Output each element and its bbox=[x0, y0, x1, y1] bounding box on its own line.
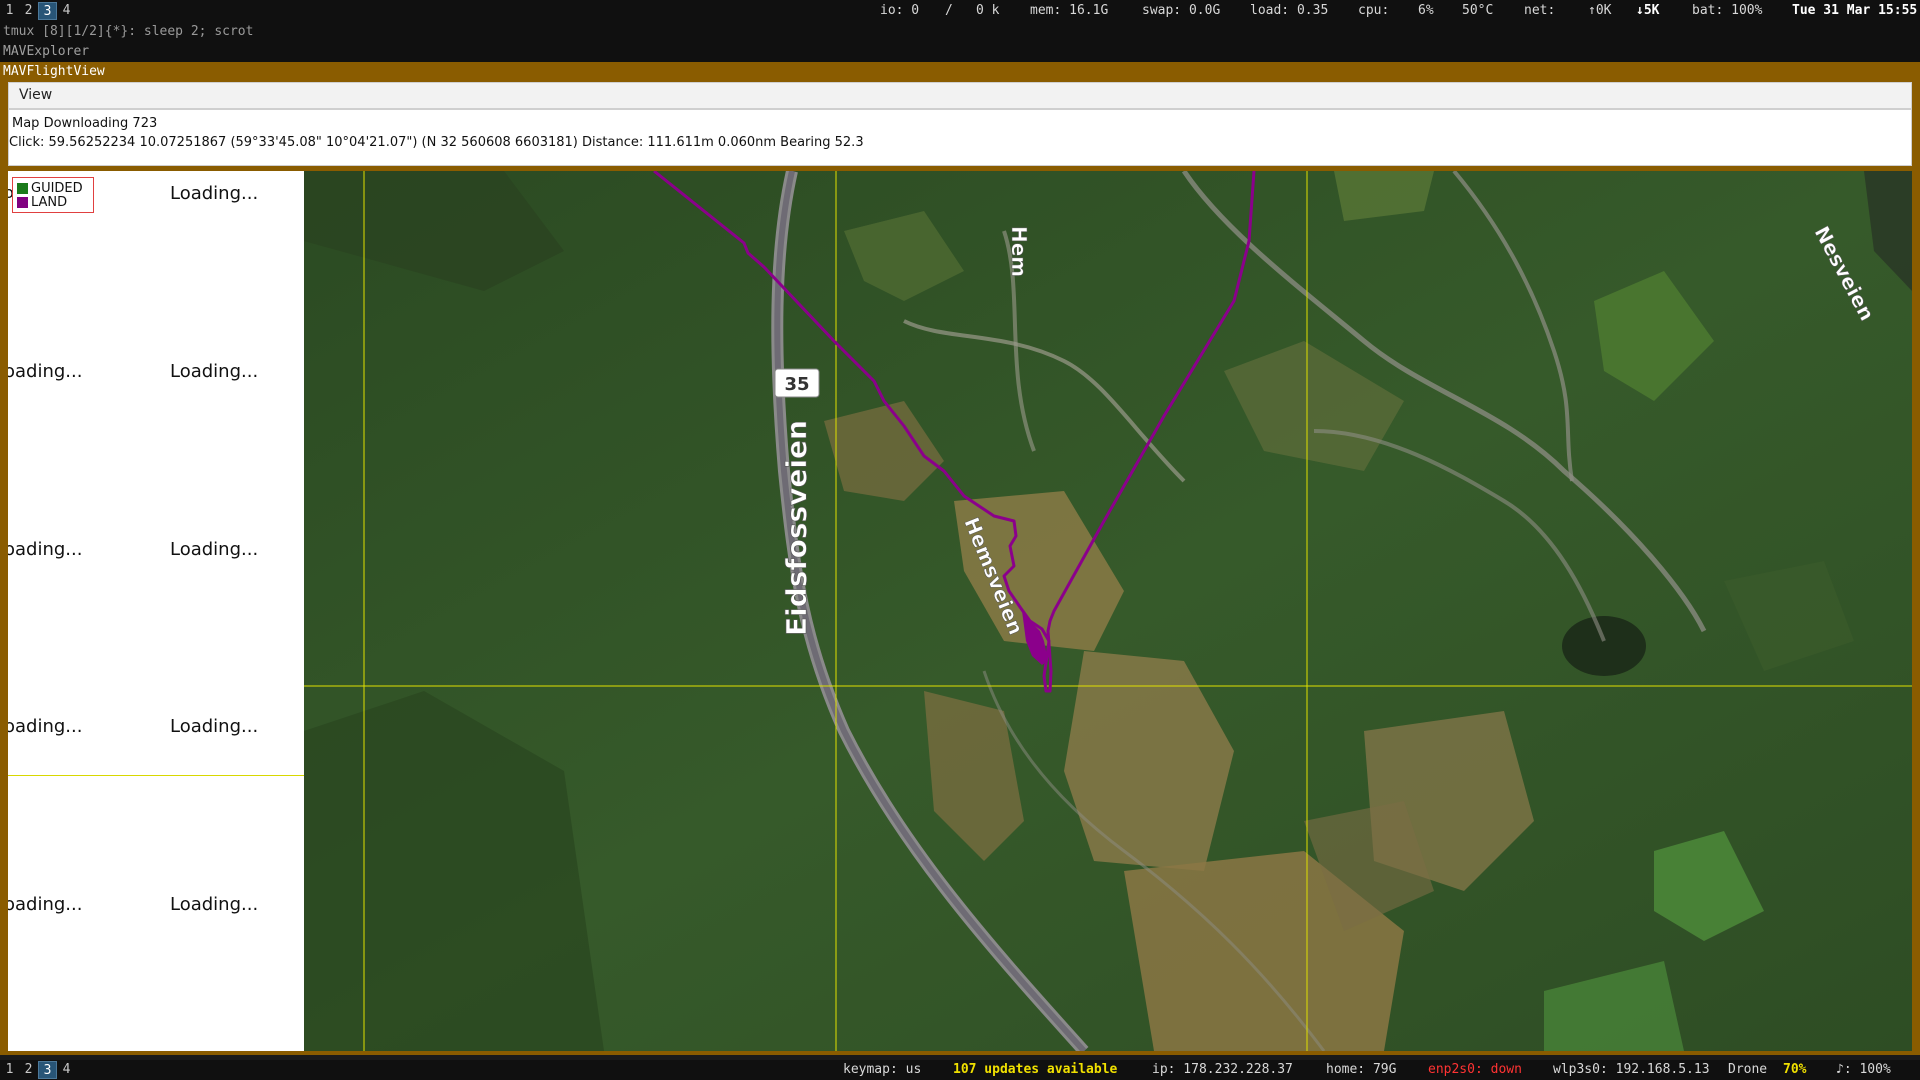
menu-bar: View bbox=[8, 82, 1912, 109]
cpu-label: cpu: bbox=[1358, 3, 1390, 18]
route-35-shield: 35 bbox=[774, 368, 820, 398]
tile-label: Loading... bbox=[170, 716, 259, 737]
tile-label: oading... bbox=[8, 894, 83, 915]
tile-label: Loading... bbox=[170, 361, 259, 382]
battery-status: bat: 100% bbox=[1692, 3, 1763, 18]
map-canvas[interactable]: 35 Eidsfossveien Hemsveien Nesveien Hem bbox=[304, 171, 1912, 1051]
tile-label: Loading... bbox=[170, 894, 259, 915]
bottom-status-bar: 1 2 3 4 keymap: us 107 updates available… bbox=[0, 1060, 1920, 1080]
workspace-4-button[interactable]: 4 bbox=[57, 1061, 76, 1079]
ethernet-status: enp2s0: down bbox=[1428, 1062, 1522, 1077]
grid-line bbox=[8, 775, 304, 776]
io-separator: / bbox=[945, 3, 953, 18]
pond bbox=[1562, 616, 1646, 676]
clock: Tue 31 Mar 15:55 bbox=[1792, 3, 1918, 18]
wlan-status: wlp3s0: 192.168.5.13 bbox=[1553, 1062, 1710, 1077]
io-rate: 0 k bbox=[976, 3, 1000, 18]
legend-label: LAND bbox=[31, 194, 68, 210]
volume-status: ♪: 100% bbox=[1836, 1062, 1891, 1077]
legend-item-guided: GUIDED bbox=[17, 181, 83, 195]
window-title-mavexplorer[interactable]: MAVExplorer bbox=[0, 42, 1920, 62]
workspace-1-button[interactable]: 1 bbox=[0, 2, 19, 20]
load-status: load: 0.35 bbox=[1250, 3, 1329, 18]
road-label-eidsfossveien: Eidsfossveien bbox=[780, 420, 813, 636]
route-shield-label: 35 bbox=[784, 374, 809, 395]
flight-mode-legend: GUIDED LAND bbox=[12, 177, 94, 213]
legend-swatch-guided bbox=[17, 182, 28, 194]
legend-swatch-land bbox=[17, 196, 28, 208]
wifi-strength: 70% bbox=[1783, 1062, 1807, 1077]
tile-label: Loading... bbox=[170, 539, 259, 560]
updates-status[interactable]: 107 updates available bbox=[953, 1062, 1117, 1077]
workspace-switcher[interactable]: 1 2 3 4 bbox=[0, 2, 76, 20]
workspace-1-button[interactable]: 1 bbox=[0, 1061, 19, 1079]
legend-label: GUIDED bbox=[31, 180, 83, 196]
temperature-status: 50°C bbox=[1462, 3, 1494, 18]
workspace-3-button[interactable]: 3 bbox=[38, 2, 57, 20]
map-download-status: Map Downloading 723 bbox=[12, 116, 158, 131]
road-label-hem: Hem bbox=[1007, 226, 1031, 277]
mavflightview-window: View Map Downloading 723 Click: 59.56252… bbox=[0, 82, 1920, 1055]
top-status-bar: 1 2 3 4 io: 0 / 0 k mem: 16.1G swap: 0.0… bbox=[0, 0, 1920, 22]
cpu-value: 6% bbox=[1418, 3, 1434, 18]
io-status: io: 0 bbox=[880, 3, 920, 18]
workspace-2-button[interactable]: 2 bbox=[19, 2, 38, 20]
workspace-4-button[interactable]: 4 bbox=[57, 2, 76, 20]
net-upload: ↑0K bbox=[1588, 3, 1612, 18]
tile-label: oading... bbox=[8, 361, 83, 382]
workspace-switcher[interactable]: 1 2 3 4 bbox=[0, 1061, 76, 1079]
tile-label: Loading... bbox=[170, 183, 259, 204]
keymap-status: keymap: us bbox=[843, 1062, 922, 1077]
swap-status: swap: 0.0G bbox=[1142, 3, 1221, 18]
window-title-mavflightview[interactable]: MAVFlightView bbox=[0, 62, 1920, 82]
info-panel: Map Downloading 723 Click: 59.56252234 1… bbox=[8, 109, 1912, 166]
home-disk-status: home: 79G bbox=[1326, 1062, 1397, 1077]
satellite-map[interactable]: 35 Eidsfossveien Hemsveien Nesveien Hem bbox=[304, 171, 1912, 1051]
tile-loading-panel: o Loading... oading... Loading... oading… bbox=[8, 171, 304, 1051]
ip-status: ip: 178.232.228.37 bbox=[1152, 1062, 1293, 1077]
wifi-name: Drone bbox=[1728, 1062, 1768, 1077]
workspace-3-button[interactable]: 3 bbox=[38, 1061, 57, 1079]
menu-view[interactable]: View bbox=[15, 87, 56, 103]
memory-status: mem: 16.1G bbox=[1030, 3, 1109, 18]
tile-label: oading... bbox=[8, 716, 83, 737]
tmux-status-line: tmux [8][1/2]{*}: sleep 2; scrot bbox=[0, 22, 1920, 42]
net-download: ↓5K bbox=[1636, 3, 1660, 18]
workspace-2-button[interactable]: 2 bbox=[19, 1061, 38, 1079]
tile-label: oading... bbox=[8, 539, 83, 560]
legend-item-land: LAND bbox=[17, 195, 67, 209]
click-position-info: Click: 59.56252234 10.07251867 (59°33'45… bbox=[9, 135, 864, 150]
net-label: net: bbox=[1524, 3, 1556, 18]
